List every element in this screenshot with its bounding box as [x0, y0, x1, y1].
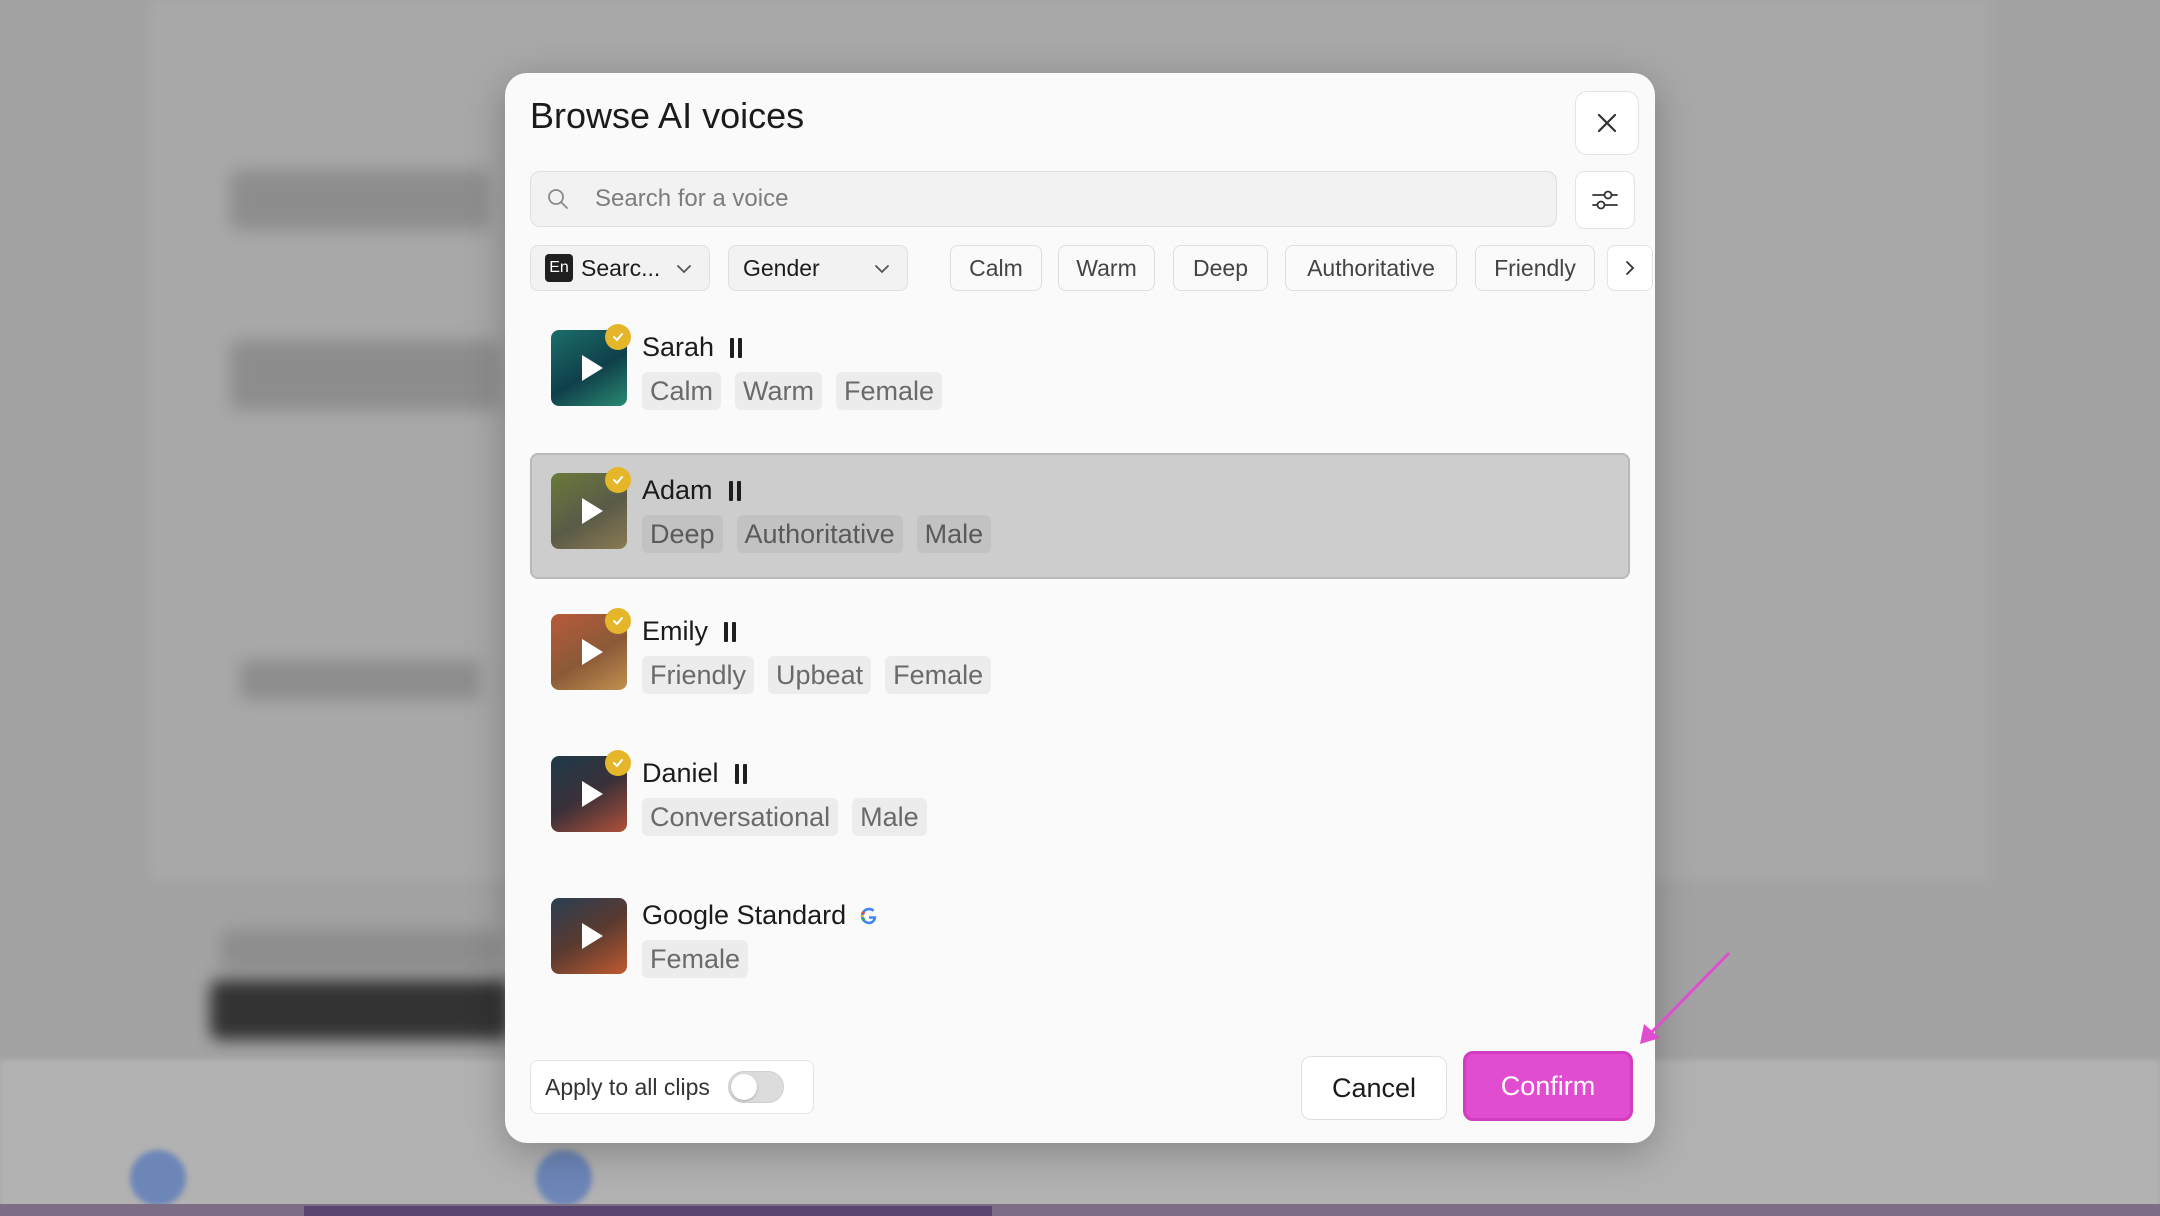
- filter-chip-friendly[interactable]: Friendly: [1475, 245, 1595, 291]
- background-blob: [230, 170, 490, 230]
- voice-tags: Conversational Male: [642, 798, 927, 836]
- filter-row: En Searc... Gender Calm Warm Deep Author…: [530, 245, 1653, 293]
- voice-name: Daniel: [642, 758, 719, 788]
- search-box: [530, 171, 1557, 227]
- voice-item-daniel[interactable]: Daniel Conversational Male: [530, 736, 1630, 862]
- voice-tag: Female: [836, 372, 943, 410]
- filter-chip-deep[interactable]: Deep: [1173, 245, 1268, 291]
- voice-tags: Friendly Upbeat Female: [642, 656, 992, 694]
- gender-dropdown-label: Gender: [743, 254, 820, 281]
- check-badge-icon: [605, 324, 631, 350]
- voice-tag: Warm: [735, 372, 822, 410]
- check-badge-icon: [605, 608, 631, 634]
- voice-tag: Authoritative: [736, 515, 903, 553]
- pause-icon[interactable]: [728, 480, 741, 501]
- voice-tags: Deep Authoritative Male: [642, 515, 992, 553]
- filter-chip-calm[interactable]: Calm: [950, 245, 1042, 291]
- play-button[interactable]: [551, 898, 627, 974]
- voice-name: Emily: [642, 616, 708, 646]
- voice-tag: Male: [916, 515, 992, 553]
- voice-tag: Deep: [642, 515, 723, 553]
- voice-name-row: Adam: [642, 475, 741, 506]
- voice-tag: Friendly: [642, 656, 755, 694]
- play-icon: [581, 781, 603, 807]
- background-blob: [230, 340, 500, 410]
- voice-item-emily[interactable]: Emily Friendly Upbeat Female: [530, 594, 1630, 720]
- search-input[interactable]: [593, 184, 1497, 214]
- background-blob: [240, 660, 480, 700]
- check-badge-icon: [605, 467, 631, 493]
- play-icon: [581, 639, 603, 665]
- voice-tag: Calm: [642, 372, 722, 410]
- background-progress: [304, 1206, 992, 1216]
- filter-chip-authoritative[interactable]: Authoritative: [1285, 245, 1457, 291]
- toggle-knob: [730, 1074, 757, 1100]
- language-dropdown[interactable]: En Searc...: [530, 245, 710, 291]
- apply-to-all-clips: Apply to all clips: [530, 1060, 814, 1114]
- voice-tags: Calm Warm Female: [642, 372, 943, 410]
- background-blob: [220, 930, 500, 970]
- chevron-right-icon: [1626, 261, 1635, 275]
- voice-tag: Female: [885, 656, 992, 694]
- filter-settings-button[interactable]: [1575, 171, 1635, 229]
- browse-voices-dialog: Browse AI voices En Searc...: [505, 73, 1655, 1143]
- apply-to-all-toggle[interactable]: [727, 1071, 784, 1103]
- search-icon: [547, 187, 571, 211]
- play-icon: [581, 498, 603, 524]
- pointer-arrow-icon: [1640, 952, 1730, 1044]
- dialog-title: Browse AI voices: [530, 95, 805, 136]
- voice-item-sarah[interactable]: Sarah Calm Warm Female: [530, 310, 1630, 436]
- language-dropdown-label: Searc...: [581, 254, 661, 281]
- voice-item-google-standard[interactable]: Google Standard Female: [530, 878, 1630, 1004]
- confirm-button[interactable]: Confirm: [1463, 1051, 1633, 1121]
- check-badge-icon: [605, 750, 631, 776]
- background-avatar: [536, 1150, 592, 1206]
- pause-icon[interactable]: [730, 337, 743, 358]
- close-icon: [1597, 113, 1617, 133]
- apply-to-all-label: Apply to all clips: [545, 1073, 710, 1100]
- background-button: [210, 980, 510, 1040]
- voice-tag: Upbeat: [768, 656, 872, 694]
- gender-dropdown[interactable]: Gender: [728, 245, 908, 291]
- voice-name-row: Sarah: [642, 332, 743, 363]
- voice-name: Google Standard: [642, 900, 847, 930]
- voice-name-row: Daniel: [642, 758, 747, 789]
- language-badge: En: [545, 254, 573, 282]
- voice-name-row: Emily: [642, 616, 736, 647]
- voice-tag: Conversational: [642, 798, 839, 836]
- voice-name-row: Google Standard: [642, 900, 880, 931]
- filter-chip-warm[interactable]: Warm: [1058, 245, 1155, 291]
- google-icon: [858, 905, 880, 927]
- voice-tags: Female: [642, 940, 749, 978]
- play-icon: [581, 355, 603, 381]
- voice-name: Sarah: [642, 332, 715, 362]
- voice-name: Adam: [642, 475, 713, 505]
- chips-next-button[interactable]: [1607, 245, 1653, 291]
- background-avatar: [130, 1150, 186, 1206]
- cancel-button[interactable]: Cancel: [1301, 1056, 1447, 1120]
- close-button[interactable]: [1575, 91, 1639, 155]
- voice-item-adam[interactable]: Adam Deep Authoritative Male: [530, 453, 1630, 579]
- pause-icon[interactable]: [734, 763, 747, 784]
- pause-icon[interactable]: [724, 621, 736, 642]
- chevron-down-icon: [875, 265, 889, 274]
- play-icon: [581, 923, 603, 949]
- sliders-icon: [1592, 190, 1618, 210]
- voice-tag: Female: [642, 940, 749, 978]
- voice-tag: Male: [852, 798, 927, 836]
- chevron-down-icon: [677, 265, 691, 274]
